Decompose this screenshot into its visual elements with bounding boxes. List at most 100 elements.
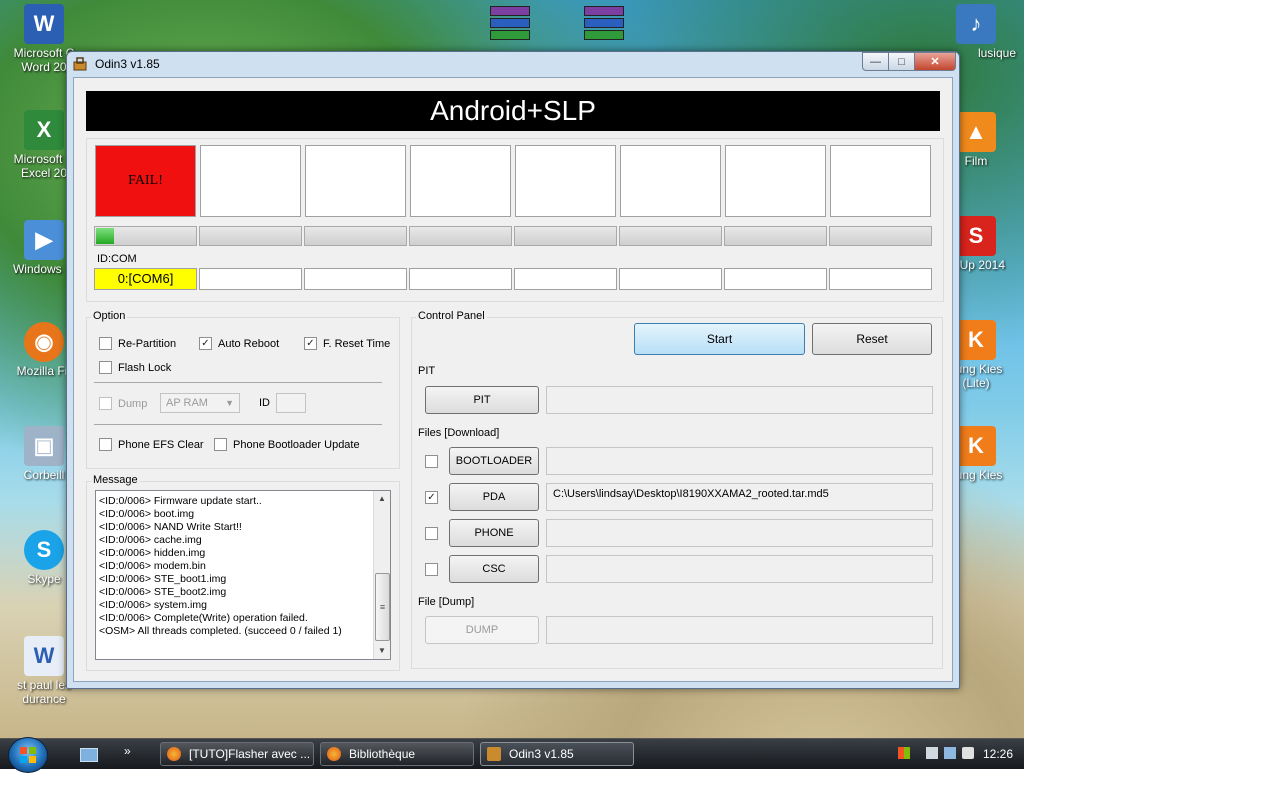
kies-icon: K — [956, 320, 996, 360]
csc-path-field[interactable] — [546, 555, 933, 583]
com-port-field — [619, 268, 722, 290]
word-document-icon: W — [24, 636, 64, 676]
re-partition-checkbox[interactable]: Re-Partition — [99, 337, 176, 350]
dump-checkbox[interactable]: Dump — [99, 397, 147, 410]
checkbox-label: Auto Reboot — [218, 337, 280, 350]
start-button[interactable]: Start — [634, 323, 805, 355]
slot-progress-bar — [829, 226, 932, 246]
com-port-field — [304, 268, 407, 290]
message-log[interactable]: <ID:0/006> Firmware update start.. <ID:0… — [95, 490, 391, 660]
pit-group-title: PIT — [416, 365, 438, 377]
show-desktop-icon[interactable] — [80, 748, 98, 762]
port-slot-status — [620, 145, 721, 217]
kies-icon: K — [956, 426, 996, 466]
checkbox-label: Phone Bootloader Update — [233, 438, 360, 451]
skype-icon: S — [24, 530, 64, 570]
window-title: Odin3 v1.85 — [95, 57, 160, 71]
log-line: <ID:0/006> system.img — [99, 599, 207, 611]
phone-checkbox[interactable] — [425, 527, 444, 540]
port-slot-status — [305, 145, 406, 217]
csc-button[interactable]: CSC — [449, 555, 539, 583]
com-port-field — [199, 268, 302, 290]
log-line: <ID:0/006> STE_boot1.img — [99, 573, 227, 585]
slot-progress-bar — [619, 226, 722, 246]
scrollbar-thumb[interactable]: ≡ — [375, 573, 390, 641]
csc-checkbox[interactable] — [425, 563, 444, 576]
dump-id-input[interactable] — [276, 393, 306, 413]
taskbar-item-odin[interactable]: Odin3 v1.85 — [480, 742, 634, 766]
taskbar-item-library[interactable]: Bibliothèque — [320, 742, 474, 766]
checkbox-label: Re-Partition — [118, 337, 177, 350]
checkbox-label: F. Reset Time — [323, 337, 391, 350]
option-separator — [94, 424, 382, 425]
quick-launch-more[interactable]: » — [124, 744, 131, 758]
checkbox-box — [214, 438, 227, 451]
phone-path-field[interactable] — [546, 519, 933, 547]
scroll-up-icon[interactable]: ▲ — [374, 491, 390, 507]
option-group-title: Option — [91, 310, 128, 322]
pit-button[interactable]: PIT — [425, 386, 539, 414]
file-dump-title: File [Dump] — [416, 596, 477, 608]
pda-checkbox[interactable]: ✓ — [425, 491, 444, 504]
minimize-icon: — — [870, 55, 881, 68]
minimize-button[interactable]: — — [862, 52, 889, 71]
log-line: <ID:0/006> NAND Write Start!! — [99, 521, 242, 533]
slot-progress-bar — [514, 226, 617, 246]
pit-path-field[interactable] — [546, 386, 933, 414]
phone-button[interactable]: PHONE — [449, 519, 539, 547]
phone-bootloader-update-checkbox[interactable]: Phone Bootloader Update — [214, 438, 360, 451]
tray-device-icon[interactable] — [926, 747, 938, 759]
dump-path-field[interactable] — [546, 616, 933, 644]
bootloader-path-field[interactable] — [546, 447, 933, 475]
checkbox-box — [99, 438, 112, 451]
checkbox-box: ✓ — [425, 491, 438, 504]
bootloader-checkbox[interactable] — [425, 455, 444, 468]
banner-title: Android+SLP — [86, 91, 940, 131]
checkbox-box: ✓ — [304, 337, 317, 350]
scroll-down-icon[interactable]: ▼ — [374, 643, 390, 659]
slot-progress-bar — [199, 226, 302, 246]
windows-logo-icon — [20, 747, 36, 763]
excel-icon: X — [24, 110, 64, 150]
winrar-archive-icon[interactable] — [490, 6, 530, 42]
firefox-icon — [327, 747, 341, 761]
slot-status-text: FAIL! — [128, 173, 163, 188]
auto-reboot-checkbox[interactable]: ✓ Auto Reboot — [199, 337, 279, 350]
odin-app-icon — [487, 747, 501, 761]
slot-progress-bar — [304, 226, 407, 246]
port-slot-status — [515, 145, 616, 217]
pda-path-field[interactable]: C:\Users\lindsay\Desktop\I8190XXAMA2_roo… — [546, 483, 933, 511]
firefox-icon — [167, 747, 181, 761]
phone-efs-clear-checkbox[interactable]: Phone EFS Clear — [99, 438, 204, 451]
maximize-button[interactable]: □ — [888, 52, 915, 71]
flash-lock-checkbox[interactable]: Flash Lock — [99, 361, 171, 374]
tray-flag-icon[interactable] — [898, 747, 910, 759]
title-bar[interactable]: Odin3 v1.85 — □ ✕ — [67, 52, 959, 76]
checkbox-box — [425, 527, 438, 540]
close-button[interactable]: ✕ — [914, 52, 956, 71]
maximize-icon: □ — [898, 55, 905, 68]
start-button[interactable] — [8, 737, 48, 773]
bootloader-button[interactable]: BOOTLOADER — [449, 447, 539, 475]
port-slot-status — [725, 145, 826, 217]
odin-app-icon — [73, 57, 87, 71]
dump-button[interactable]: DUMP — [425, 616, 539, 644]
recycle-bin-icon: ▣ — [24, 426, 64, 466]
f-reset-time-checkbox[interactable]: ✓ F. Reset Time — [304, 337, 390, 350]
pda-button[interactable]: PDA — [449, 483, 539, 511]
music-icon: ♪ — [956, 4, 996, 44]
winrar-archive-icon[interactable] — [584, 6, 624, 42]
id-com-label: ID:COM — [97, 253, 137, 265]
message-log-scrollbar[interactable]: ▲ ≡ ▼ — [373, 491, 390, 659]
checkbox-box — [425, 563, 438, 576]
log-line: <ID:0/006> modem.bin — [99, 560, 206, 572]
firefox-icon: ◉ — [24, 322, 64, 362]
window-client: Android+SLP FAIL! ID:COM 0:[COM6] Option — [73, 77, 953, 682]
taskbar-item-firefox-tuto[interactable]: [TUTO]Flasher avec ... — [160, 742, 314, 766]
tray-volume-icon[interactable] — [962, 747, 974, 759]
reset-button[interactable]: Reset — [812, 323, 932, 355]
taskbar-item-label: Bibliothèque — [349, 747, 416, 761]
log-line: <OSM> All threads completed. (succeed 0 … — [99, 625, 342, 637]
dump-source-select[interactable]: AP RAM ▼ — [160, 393, 240, 413]
tray-network-icon[interactable] — [944, 747, 956, 759]
